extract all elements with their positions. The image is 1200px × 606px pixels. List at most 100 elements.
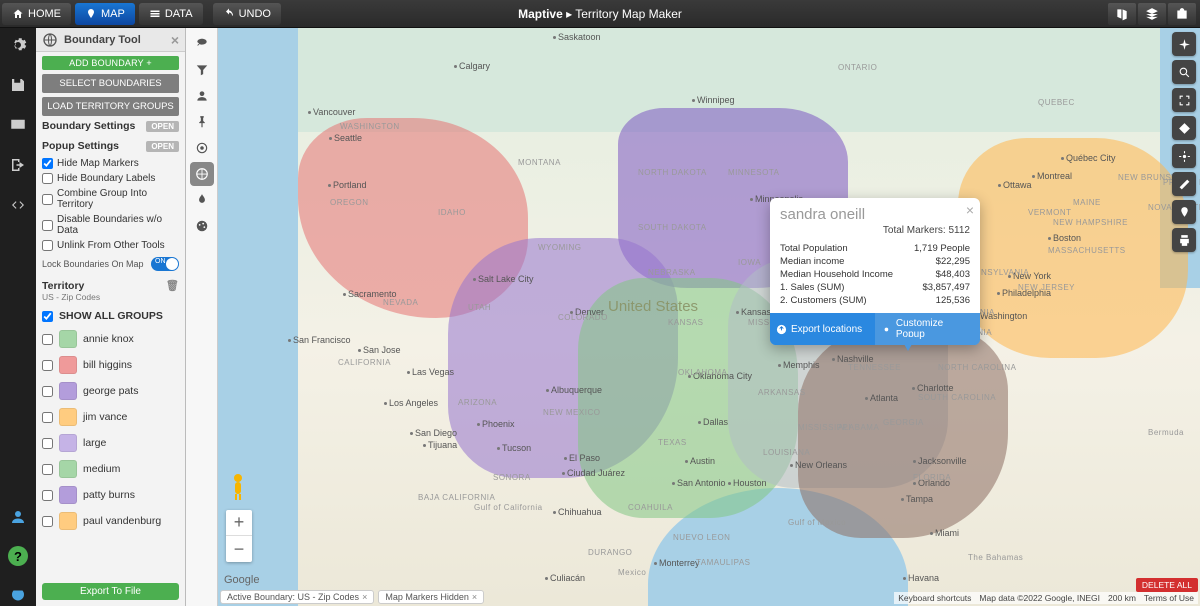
google-logo: Google <box>224 574 259 586</box>
power-icon[interactable] <box>7 584 29 606</box>
region-label: Gulf of California <box>474 503 543 512</box>
pin-tool-icon[interactable] <box>190 110 214 134</box>
region-label: Bermuda <box>1148 428 1184 437</box>
locate-icon[interactable] <box>1172 144 1196 168</box>
filter-tool-icon[interactable] <box>190 58 214 82</box>
city-label: Québec City <box>1061 153 1116 163</box>
region-label: Gulf of Mexico <box>788 518 846 527</box>
city-label: Ciudad Juárez <box>562 468 625 478</box>
delete-all-button[interactable]: DELETE ALL <box>1136 578 1198 592</box>
export-button[interactable]: Export To File <box>42 583 179 600</box>
color-swatch <box>59 382 77 400</box>
city-label: Winnipeg <box>692 95 735 105</box>
layers-button[interactable] <box>1138 3 1166 25</box>
color-swatch <box>59 460 77 478</box>
panel-header: Boundary Tool × <box>36 28 185 52</box>
popup-customize-button[interactable]: Customize Popup <box>875 313 980 345</box>
city-label: Vancouver <box>308 107 355 117</box>
city-label: Austin <box>685 456 715 466</box>
embed-icon[interactable] <box>7 194 29 216</box>
tab-map[interactable]: MAP <box>75 3 135 25</box>
panel-close-icon[interactable]: × <box>171 32 179 48</box>
gear-icon[interactable] <box>7 34 29 56</box>
share-button[interactable] <box>1168 3 1196 25</box>
route-icon[interactable] <box>1172 116 1196 140</box>
map-canvas[interactable]: United States VancouverCalgarySaskatoonS… <box>218 28 1200 606</box>
marker-icon[interactable] <box>1172 200 1196 224</box>
fullscreen-icon[interactable] <box>1172 88 1196 112</box>
left-rail: ? <box>0 28 36 606</box>
territory-group-row[interactable]: medium <box>36 456 185 482</box>
region-label: MASSACHUSETTS <box>1048 246 1126 255</box>
lasso-tool-icon[interactable] <box>190 32 214 56</box>
add-boundary-button[interactable]: ADD BOUNDARY + <box>42 56 179 70</box>
heat-tool-icon[interactable] <box>190 188 214 212</box>
zoom-out-button[interactable]: − <box>226 536 252 562</box>
boundary-tool-icon[interactable] <box>190 162 214 186</box>
territory-group-row[interactable]: paul vandenburg <box>36 508 185 534</box>
group-tool-icon[interactable] <box>190 84 214 108</box>
region-label: ALABAMA <box>838 423 879 432</box>
show-all-groups[interactable]: SHOW ALL GROUPS <box>36 306 185 326</box>
city-label: Las Vegas <box>407 367 454 377</box>
territory-overlay[interactable] <box>798 328 1008 538</box>
panel-checkbox[interactable]: Unlink From Other Tools <box>36 238 185 253</box>
popup-export-button[interactable]: Export locations <box>770 313 875 345</box>
panel-checkbox[interactable]: Disable Boundaries w/o Data <box>36 212 185 238</box>
color-swatch <box>59 330 77 348</box>
compass-icon[interactable] <box>1172 32 1196 56</box>
boundary-settings-open[interactable]: OPEN <box>146 121 179 132</box>
territory-group-row[interactable]: jim vance <box>36 404 185 430</box>
region-label: NORTH CAROLINA <box>938 363 1016 372</box>
ruler-icon[interactable] <box>1172 172 1196 196</box>
help-icon[interactable]: ? <box>8 546 28 566</box>
search-icon[interactable] <box>1172 60 1196 84</box>
territory-group-row[interactable]: george pats <box>36 378 185 404</box>
region-label: SONORA <box>493 473 531 482</box>
lock-toggle[interactable]: ON <box>151 257 179 271</box>
basemap-button[interactable] <box>1108 3 1136 25</box>
chip-close-icon[interactable]: × <box>472 592 477 602</box>
chip-close-icon[interactable]: × <box>362 592 367 602</box>
region-label: SOUTH DAKOTA <box>638 223 707 232</box>
zoom-in-button[interactable]: + <box>226 510 252 536</box>
region-label: BAJA CALIFORNIA <box>418 493 495 502</box>
save-icon[interactable] <box>7 74 29 96</box>
panel-checkbox[interactable]: Hide Map Markers <box>36 156 185 171</box>
style-tool-icon[interactable] <box>190 214 214 238</box>
delete-territory-icon[interactable]: 🗑 <box>166 279 179 292</box>
boundary-panel: Boundary Tool × ADD BOUNDARY + SELECT BO… <box>36 28 186 606</box>
present-icon[interactable] <box>7 114 29 136</box>
panel-checkbox[interactable]: Hide Boundary Labels <box>36 171 185 186</box>
print-icon[interactable] <box>1172 228 1196 252</box>
pegman-icon[interactable] <box>226 472 250 502</box>
topbar: HOME MAP DATA UNDO Maptive ▸ Territory M… <box>0 0 1200 28</box>
lock-label: Lock Boundaries On Map <box>42 259 144 269</box>
territory-group-row[interactable]: annie knox <box>36 326 185 352</box>
tab-data[interactable]: DATA <box>139 3 203 25</box>
region-label: NEVADA <box>383 298 418 307</box>
export-icon[interactable] <box>7 154 29 176</box>
globe-icon <box>42 32 58 48</box>
popup-stat-row: 2. Customers (SUM)125,536 <box>770 294 980 307</box>
popup-settings-open[interactable]: OPEN <box>146 141 179 152</box>
load-territory-button[interactable]: LOAD TERRITORY GROUPS <box>42 97 179 116</box>
panel-checkbox[interactable]: Combine Group Into Territory <box>36 186 185 212</box>
region-label: IDAHO <box>438 208 466 217</box>
tab-home[interactable]: HOME <box>2 3 71 25</box>
territory-group-row[interactable]: bill higgins <box>36 352 185 378</box>
user-icon[interactable] <box>7 506 29 528</box>
city-label: Portland <box>328 180 367 190</box>
city-label: Chihuahua <box>553 507 602 517</box>
territory-group-row[interactable]: large <box>36 430 185 456</box>
popup-close-icon[interactable]: × <box>966 202 974 218</box>
region-label: MONTANA <box>518 158 561 167</box>
select-boundaries-button[interactable]: SELECT BOUNDARIES <box>42 74 179 93</box>
radius-tool-icon[interactable] <box>190 136 214 160</box>
map-attribution: Keyboard shortcuts Map data ©2022 Google… <box>894 592 1198 604</box>
city-label: Dallas <box>698 417 728 427</box>
territory-group-row[interactable]: patty burns <box>36 482 185 508</box>
city-label: Tampa <box>901 494 933 504</box>
city-label: Albuquerque <box>546 385 602 395</box>
undo-button[interactable]: UNDO <box>213 3 281 25</box>
